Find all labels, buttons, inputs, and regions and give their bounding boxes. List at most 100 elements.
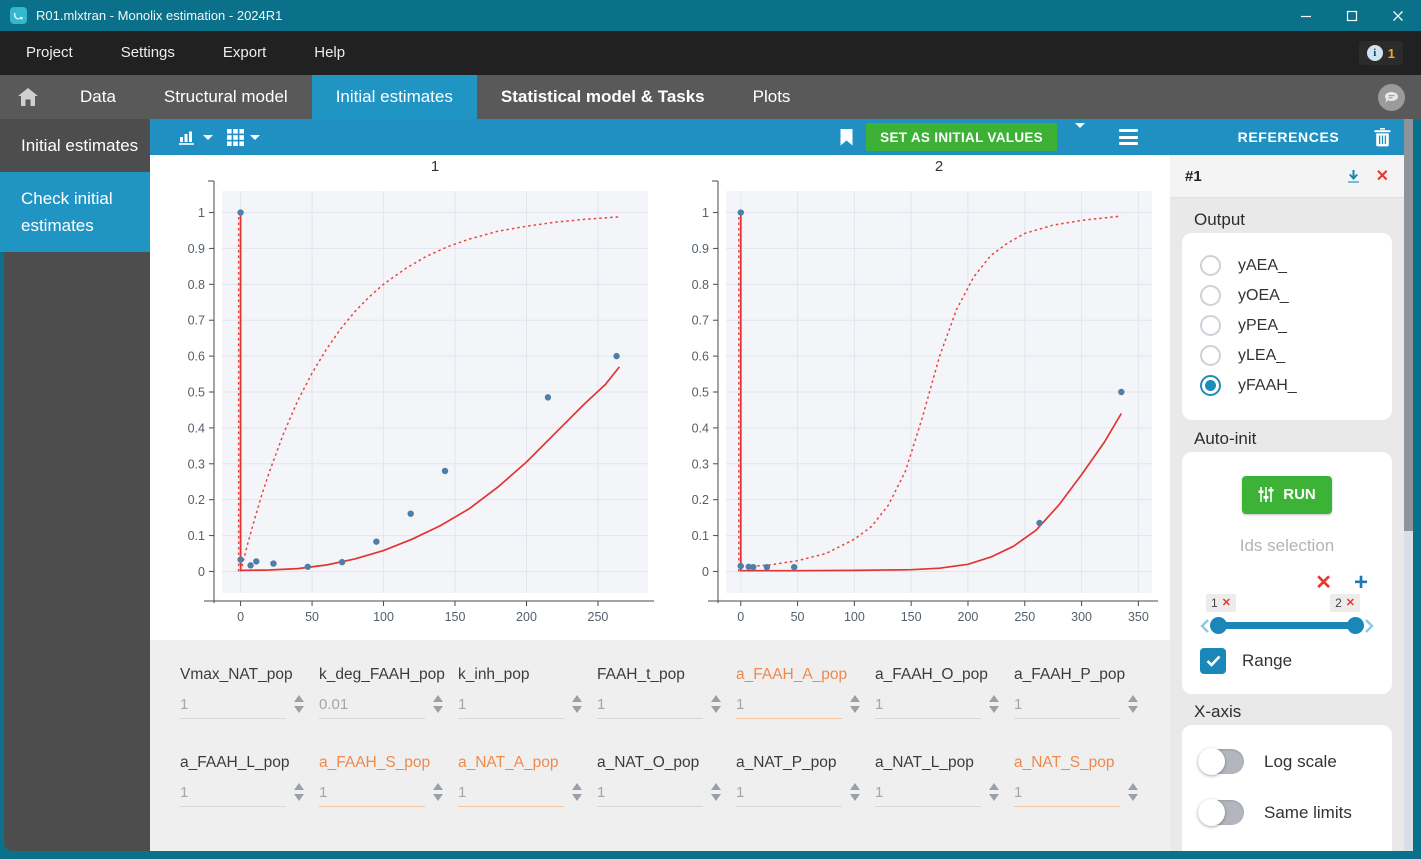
spinner-up-icon[interactable]: [433, 695, 443, 702]
feedback-chat-button[interactable]: [1378, 83, 1405, 111]
parameter-value-input[interactable]: 1: [875, 784, 981, 807]
svg-text:0: 0: [737, 610, 744, 624]
radio-ypea[interactable]: [1200, 315, 1221, 336]
slider-handle-max[interactable]: [1347, 617, 1364, 634]
set-initial-dropdown-button[interactable]: [1069, 122, 1091, 152]
tab-plots[interactable]: Plots: [729, 75, 815, 119]
slider-right-chevron-icon[interactable]: [1364, 618, 1374, 634]
parameter-field: 1: [736, 695, 860, 719]
spinner-up-icon[interactable]: [850, 783, 860, 790]
notifications-button[interactable]: i 1: [1358, 41, 1403, 65]
spinner-up-icon[interactable]: [711, 783, 721, 790]
spinner-down-icon[interactable]: [1128, 706, 1138, 713]
radio-yaea[interactable]: [1200, 255, 1221, 276]
tab-structural-model[interactable]: Structural model: [140, 75, 312, 119]
spinner-up-icon[interactable]: [711, 695, 721, 702]
spinner-down-icon[interactable]: [572, 706, 582, 713]
output-option-yaea[interactable]: yAEA_: [1200, 255, 1376, 276]
parameter-value-input[interactable]: 1: [458, 696, 564, 719]
spinner-down-icon[interactable]: [989, 794, 999, 801]
parameter-value-input[interactable]: 1: [597, 696, 703, 719]
parameter-value-input[interactable]: 1: [875, 696, 981, 719]
slider-handle-min[interactable]: [1210, 617, 1227, 634]
spinner-down-icon[interactable]: [572, 794, 582, 801]
parameter-value-input[interactable]: 1: [180, 784, 286, 807]
spinner-up-icon[interactable]: [1128, 783, 1138, 790]
parameter-value-input[interactable]: 0.01: [319, 696, 425, 719]
range-checkbox[interactable]: [1200, 647, 1226, 674]
remove-min-icon[interactable]: ✕: [1222, 596, 1231, 609]
output-option-ylea[interactable]: yLEA_: [1200, 345, 1376, 366]
spinner-up-icon[interactable]: [294, 783, 304, 790]
remove-max-icon[interactable]: ✕: [1346, 596, 1355, 609]
tab-home[interactable]: [0, 75, 56, 119]
spinner-up-icon[interactable]: [572, 695, 582, 702]
download-icon[interactable]: [1346, 169, 1361, 184]
spinner-up-icon[interactable]: [572, 783, 582, 790]
spinner-up-icon[interactable]: [433, 783, 443, 790]
add-id-icon[interactable]: +: [1354, 570, 1368, 594]
parameter-value-input[interactable]: 1: [180, 696, 286, 719]
parameter-spinner: [1128, 695, 1138, 719]
run-autoinit-button[interactable]: RUN: [1242, 475, 1332, 514]
spinner-up-icon[interactable]: [989, 783, 999, 790]
menu-export[interactable]: Export: [199, 31, 290, 75]
maximize-button[interactable]: [1329, 0, 1375, 31]
tab-statistical-model-tasks[interactable]: Statistical model & Tasks: [477, 75, 729, 119]
plot-type-menu[interactable]: [176, 126, 215, 149]
radio-yoea[interactable]: [1200, 285, 1221, 306]
spinner-up-icon[interactable]: [294, 695, 304, 702]
parameter-value-input[interactable]: 1: [1014, 784, 1120, 807]
spinner-down-icon[interactable]: [850, 794, 860, 801]
spinner-up-icon[interactable]: [1128, 695, 1138, 702]
sidebar-item-initial-estimates[interactable]: Initial estimates: [0, 119, 150, 172]
spinner-down-icon[interactable]: [433, 794, 443, 801]
spinner-down-icon[interactable]: [989, 706, 999, 713]
reference-item-1[interactable]: #1 ✕: [1170, 155, 1404, 198]
parameter-spinner: [850, 695, 860, 719]
output-option-yoea[interactable]: yOEA_: [1200, 285, 1376, 306]
parameter-value-input[interactable]: 1: [597, 784, 703, 807]
scrollbar-thumb[interactable]: [1404, 119, 1413, 531]
set-as-initial-values-button[interactable]: SET AS INITIAL VALUES: [866, 123, 1057, 151]
spinner-down-icon[interactable]: [433, 706, 443, 713]
ids-range-slider[interactable]: 1 ✕ 2 ✕: [1200, 593, 1374, 640]
tab-data[interactable]: Data: [56, 75, 140, 119]
spinner-up-icon[interactable]: [989, 695, 999, 702]
toggle-same-limits[interactable]: [1198, 799, 1244, 826]
clear-ids-icon[interactable]: ✕: [1315, 573, 1332, 593]
slider-left-chevron-icon[interactable]: [1200, 618, 1210, 634]
menu-help[interactable]: Help: [290, 31, 369, 75]
plot-options-menu-button[interactable]: [1119, 129, 1138, 145]
parameter-value-input[interactable]: 1: [736, 784, 842, 807]
layout-grid-menu[interactable]: [225, 125, 262, 150]
output-option-ypea[interactable]: yPEA_: [1200, 315, 1376, 336]
parameter-value-input[interactable]: 1: [458, 784, 564, 807]
radio-ylea[interactable]: [1200, 345, 1221, 366]
minimize-button[interactable]: [1283, 0, 1329, 31]
check-icon: [1206, 655, 1220, 667]
menu-project[interactable]: Project: [2, 31, 97, 75]
spinner-down-icon[interactable]: [1128, 794, 1138, 801]
tab-initial-estimates[interactable]: Initial estimates: [311, 75, 477, 119]
slider-track[interactable]: [1210, 617, 1364, 634]
spinner-down-icon[interactable]: [850, 706, 860, 713]
spinner-down-icon[interactable]: [294, 794, 304, 801]
parameter-value-input[interactable]: 1: [736, 696, 842, 719]
sidebar-item-check-initial-estimates[interactable]: Check initial estimates: [0, 172, 150, 252]
bookmark-icon[interactable]: [839, 128, 854, 146]
trash-icon[interactable]: [1374, 127, 1391, 147]
spinner-down-icon[interactable]: [711, 706, 721, 713]
spinner-down-icon[interactable]: [294, 706, 304, 713]
spinner-up-icon[interactable]: [850, 695, 860, 702]
close-button[interactable]: [1375, 0, 1421, 31]
remove-reference-icon[interactable]: ✕: [1376, 166, 1389, 186]
parameter-value-input[interactable]: 1: [319, 784, 425, 807]
output-option-yfaah[interactable]: yFAAH_: [1200, 375, 1376, 396]
radio-yfaah-selected[interactable]: [1200, 375, 1221, 396]
menu-settings[interactable]: Settings: [97, 31, 199, 75]
spinner-down-icon[interactable]: [711, 794, 721, 801]
toggle-log-scale[interactable]: [1198, 748, 1244, 775]
parameter-name: FAAH_t_pop: [597, 666, 685, 683]
parameter-value-input[interactable]: 1: [1014, 696, 1120, 719]
